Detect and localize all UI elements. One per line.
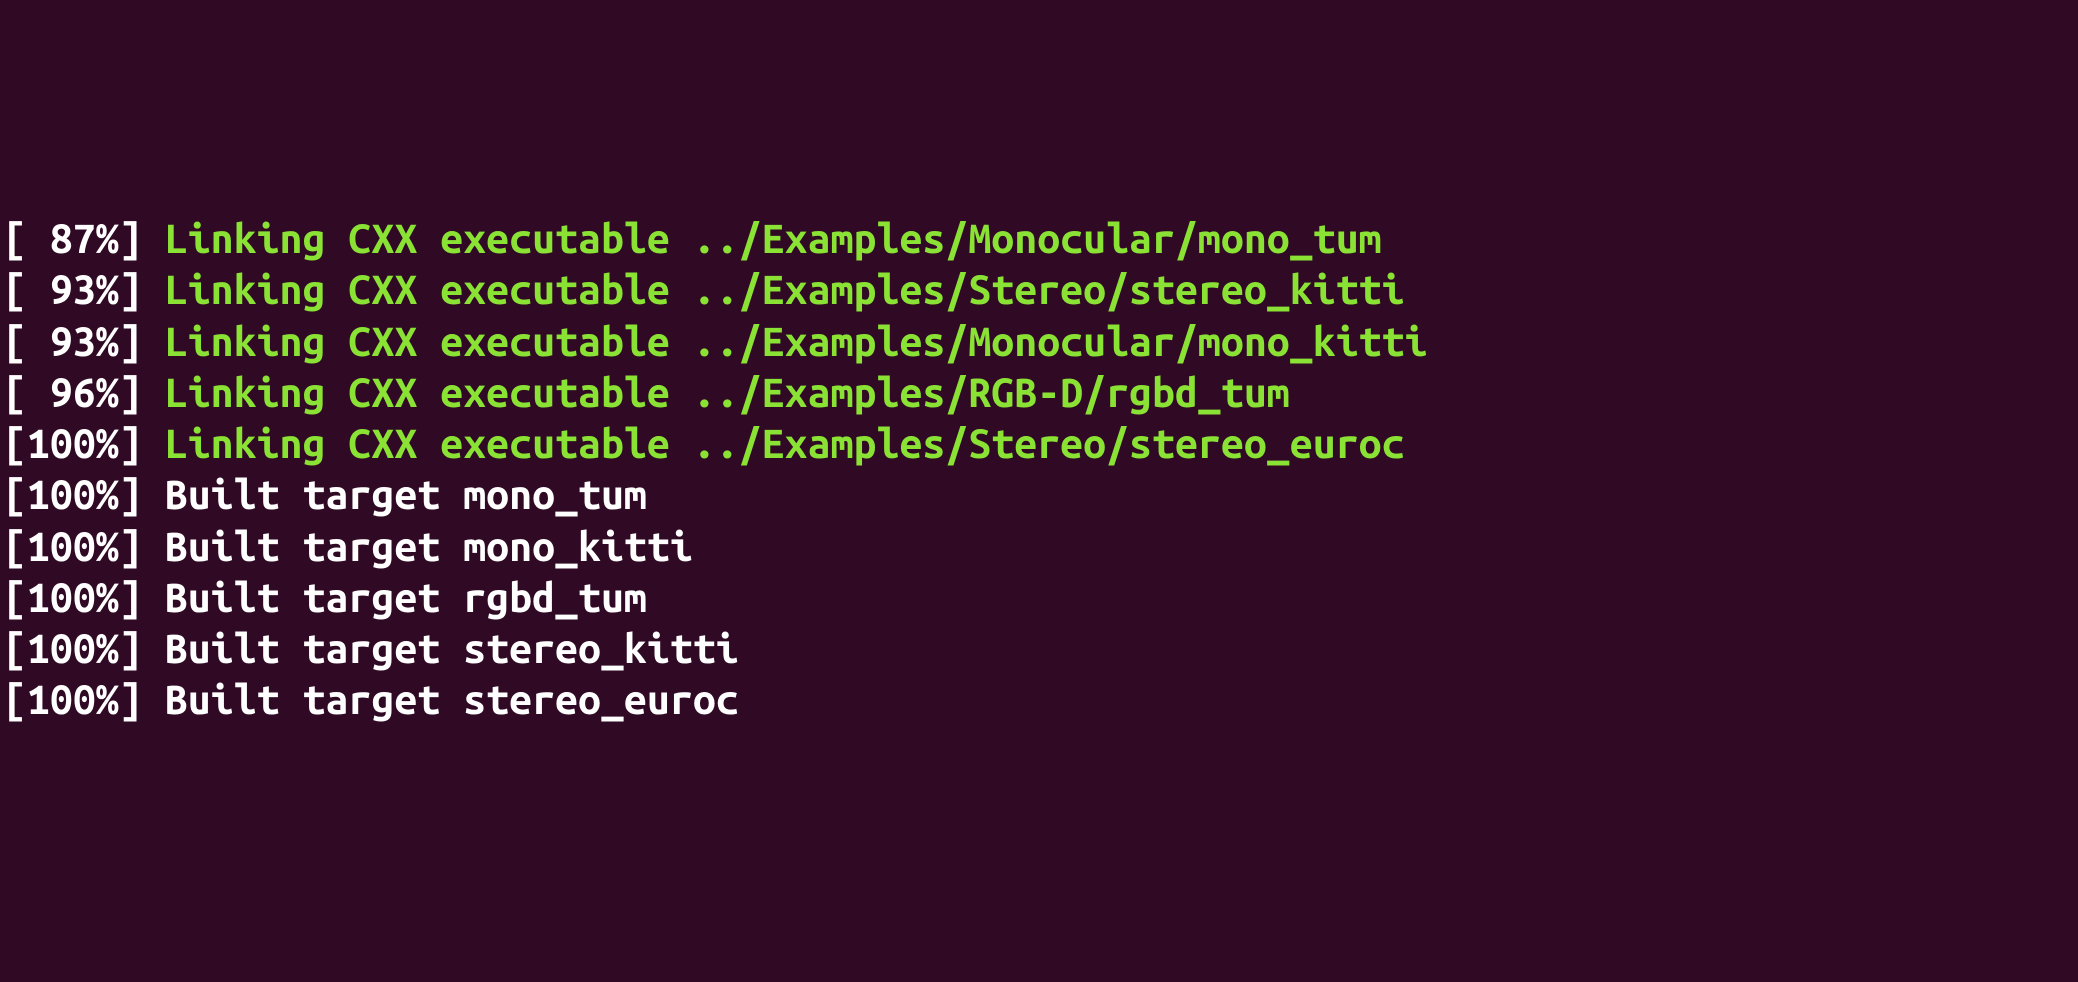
separator: [142, 369, 165, 415]
output-line: [ 93%] Linking CXX executable ../Example…: [4, 264, 2074, 315]
output-line: [100%] Built target stereo_kitti: [4, 623, 2074, 674]
progress-percent: [ 96%]: [4, 369, 142, 415]
output-line: [ 87%] Linking CXX executable ../Example…: [4, 213, 2074, 264]
built-message: Built target stereo_euroc: [165, 676, 739, 722]
output-line: [100%] Built target mono_tum: [4, 469, 2074, 520]
built-message: Built target stereo_kitti: [165, 625, 739, 671]
separator: [142, 471, 165, 517]
progress-percent: [ 93%]: [4, 266, 142, 312]
separator: [142, 215, 165, 261]
separator: [142, 625, 165, 671]
terminal-output: [ 87%] Linking CXX executable ../Example…: [4, 213, 2074, 726]
separator: [142, 523, 165, 569]
progress-percent: [100%]: [4, 574, 142, 620]
linking-message: Linking CXX executable ../Examples/Monoc…: [165, 318, 1428, 364]
progress-percent: [ 93%]: [4, 318, 142, 364]
output-line: [ 93%] Linking CXX executable ../Example…: [4, 316, 2074, 367]
progress-percent: [ 87%]: [4, 215, 142, 261]
separator: [142, 420, 165, 466]
output-line: [100%] Built target stereo_euroc: [4, 674, 2074, 725]
progress-percent: [100%]: [4, 471, 142, 517]
output-line: [100%] Built target mono_kitti: [4, 521, 2074, 572]
linking-message: Linking CXX executable ../Examples/Monoc…: [165, 215, 1382, 261]
progress-percent: [100%]: [4, 676, 142, 722]
separator: [142, 266, 165, 312]
built-message: Built target rgbd_tum: [165, 574, 647, 620]
progress-percent: [100%]: [4, 625, 142, 671]
output-line: [100%] Linking CXX executable ../Example…: [4, 418, 2074, 469]
built-message: Built target mono_kitti: [165, 523, 693, 569]
progress-percent: [100%]: [4, 420, 142, 466]
output-line: [ 96%] Linking CXX executable ../Example…: [4, 367, 2074, 418]
separator: [142, 318, 165, 364]
output-line: [100%] Built target rgbd_tum: [4, 572, 2074, 623]
linking-message: Linking CXX executable ../Examples/Stere…: [165, 266, 1405, 312]
separator: [142, 676, 165, 722]
built-message: Built target mono_tum: [165, 471, 647, 517]
separator: [142, 574, 165, 620]
linking-message: Linking CXX executable ../Examples/RGB-D…: [165, 369, 1290, 415]
linking-message: Linking CXX executable ../Examples/Stere…: [165, 420, 1405, 466]
progress-percent: [100%]: [4, 523, 142, 569]
